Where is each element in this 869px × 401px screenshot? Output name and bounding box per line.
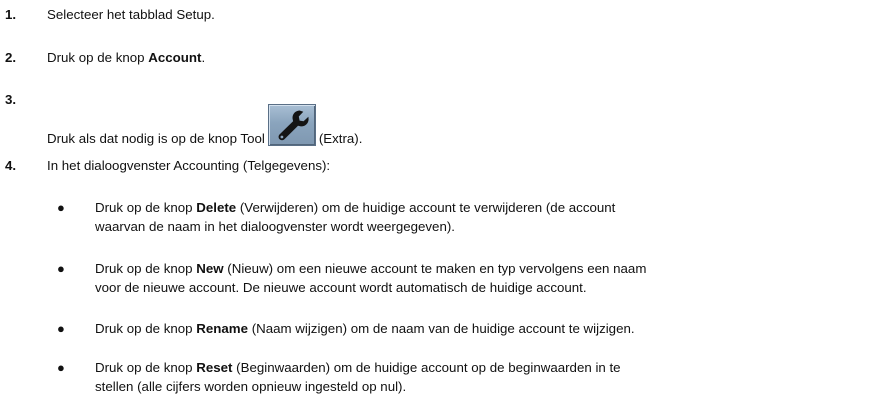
step-number: 2.	[5, 50, 17, 65]
reset-button-label: Reset	[196, 360, 233, 375]
step-text: Selecteer het tabblad Setup.	[47, 7, 215, 22]
step-1: 1. Selecteer het tabblad Setup.	[0, 7, 869, 27]
bullet-text-part: (Beginwaarden) om de huidige account op …	[232, 360, 621, 375]
step-text: Druk op de knop Account.	[47, 50, 205, 65]
step-text: In het dialoogvenster Accounting (Telgeg…	[47, 158, 331, 173]
bullet-text-part: Druk op de knop	[95, 200, 197, 215]
step-text-part: Druk op de knop	[47, 50, 149, 65]
bullet-line: Druk op de knop Reset (Beginwaarden) om …	[95, 358, 835, 377]
step-text-part: Druk als dat nodig is op de knop Tool	[47, 131, 265, 146]
step-text: Druk als dat nodig is op de knop Tool (E…	[47, 104, 362, 146]
step-2: 2. Druk op de knop Account.	[0, 50, 869, 70]
rename-button-label: Rename	[196, 321, 248, 336]
instruction-page: 1. Selecteer het tabblad Setup. 2. Druk …	[0, 0, 869, 401]
wrench-icon	[267, 104, 316, 146]
bullet-line: voor de nieuwe account. De nieuwe accoun…	[95, 280, 587, 295]
bullet-text: Druk op de knop Rename (Naam wijzigen) o…	[95, 319, 835, 338]
bullet-reset: ● Druk op de knop Reset (Beginwaarden) o…	[0, 358, 869, 398]
bullet-line: waarvan de naam in het dialoogvenster wo…	[95, 219, 455, 234]
bullet-marker: ●	[57, 360, 65, 375]
new-button-label: New	[196, 261, 224, 276]
bullet-marker: ●	[57, 261, 65, 276]
bullet-text-part: Druk op de knop	[95, 261, 197, 276]
step-number: 4.	[5, 158, 17, 173]
bullet-line: Druk op de knop New (Nieuw) om een nieuw…	[95, 259, 835, 278]
bullet-marker: ●	[57, 321, 65, 336]
step-text-part: (Extra).	[318, 131, 363, 146]
bullet-text: Druk op de knop Delete (Verwijderen) om …	[95, 198, 835, 236]
bullet-text-part: Druk op de knop	[95, 360, 197, 375]
bullet-text-part: (Naam wijzigen) om de naam van de huidig…	[248, 321, 635, 336]
step-text-part: .	[201, 50, 206, 65]
bullet-text-part: Druk op de knop	[95, 321, 197, 336]
step-3: 3. Druk als dat nodig is op de knop Tool…	[0, 92, 869, 146]
bullet-rename: ● Druk op de knop Rename (Naam wijzigen)…	[0, 319, 869, 339]
bullet-text: Druk op de knop New (Nieuw) om een nieuw…	[95, 259, 835, 297]
bullet-line: Druk op de knop Rename (Naam wijzigen) o…	[95, 319, 835, 338]
bullet-delete: ● Druk op de knop Delete (Verwijderen) o…	[0, 198, 869, 238]
delete-button-label: Delete	[196, 200, 237, 215]
bullet-new: ● Druk op de knop New (Nieuw) om een nie…	[0, 259, 869, 299]
bullet-text: Druk op de knop Reset (Beginwaarden) om …	[95, 358, 835, 396]
bullet-marker: ●	[57, 200, 65, 215]
bullet-text-part: (Nieuw) om een nieuwe account te maken e…	[223, 261, 647, 276]
bullet-line: Druk op de knop Delete (Verwijderen) om …	[95, 198, 835, 217]
step-number: 3.	[5, 92, 17, 107]
bullet-line: stellen (alle cijfers worden opnieuw ing…	[95, 379, 407, 394]
step-number: 1.	[5, 7, 17, 22]
account-button-label: Account	[148, 50, 202, 65]
step-4: 4. In het dialoogvenster Accounting (Tel…	[0, 158, 869, 178]
bullet-text-part: (Verwijderen) om de huidige account te v…	[236, 200, 616, 215]
